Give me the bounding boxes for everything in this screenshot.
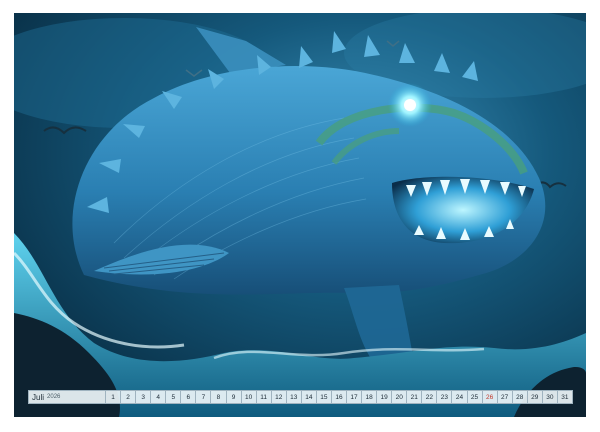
day-cell: 28 (512, 390, 528, 404)
day-cell: 4 (151, 390, 167, 404)
day-cell: 19 (377, 390, 393, 404)
eye-pupil (404, 99, 416, 111)
day-cell: 26 (482, 390, 498, 404)
day-cell: 16 (331, 390, 347, 404)
day-cell: 31 (557, 390, 573, 404)
day-cell: 7 (196, 390, 212, 404)
days-row: 1 2 3 4 5 6 7 8 9 10 11 12 13 14 15 16 17 18 19 20 21 22 23 24 2… (106, 390, 573, 404)
day-cell: 17 (347, 390, 363, 404)
day-cell: 6 (181, 390, 197, 404)
day-cell: 10 (241, 390, 257, 404)
day-cell: 27 (497, 390, 513, 404)
day-cell: 11 (256, 390, 272, 404)
day-cell: 30 (542, 390, 558, 404)
calendar-page: Juli 2026 1 2 3 4 5 6 7 8 9 10 11 12 13 14 15 16 17 18 19 2… (0, 0, 600, 432)
month-cell: Juli 2026 (28, 390, 106, 404)
day-cell: 12 (271, 390, 287, 404)
day-cell: 5 (166, 390, 182, 404)
year-label: 2026 (47, 394, 61, 400)
day-cell: 20 (392, 390, 408, 404)
day-cell: 29 (527, 390, 543, 404)
day-cell: 23 (437, 390, 453, 404)
day-cell: 1 (106, 390, 122, 404)
day-cell: 13 (286, 390, 302, 404)
day-cell: 25 (467, 390, 483, 404)
day-cell: 24 (452, 390, 468, 404)
day-cell: 2 (121, 390, 137, 404)
artwork-illustration (14, 13, 586, 417)
day-cell: 21 (407, 390, 423, 404)
month-name: Juli (32, 392, 45, 402)
day-cell: 22 (422, 390, 438, 404)
day-cell: 15 (316, 390, 332, 404)
sea-monster-artwork (14, 13, 586, 417)
day-cell: 18 (362, 390, 378, 404)
day-cell: 8 (211, 390, 227, 404)
day-cell: 3 (136, 390, 152, 404)
calendar-strip: Juli 2026 1 2 3 4 5 6 7 8 9 10 11 12 13 14 15 16 17 18 19 2… (28, 390, 573, 404)
day-cell: 14 (301, 390, 317, 404)
day-cell: 9 (226, 390, 242, 404)
